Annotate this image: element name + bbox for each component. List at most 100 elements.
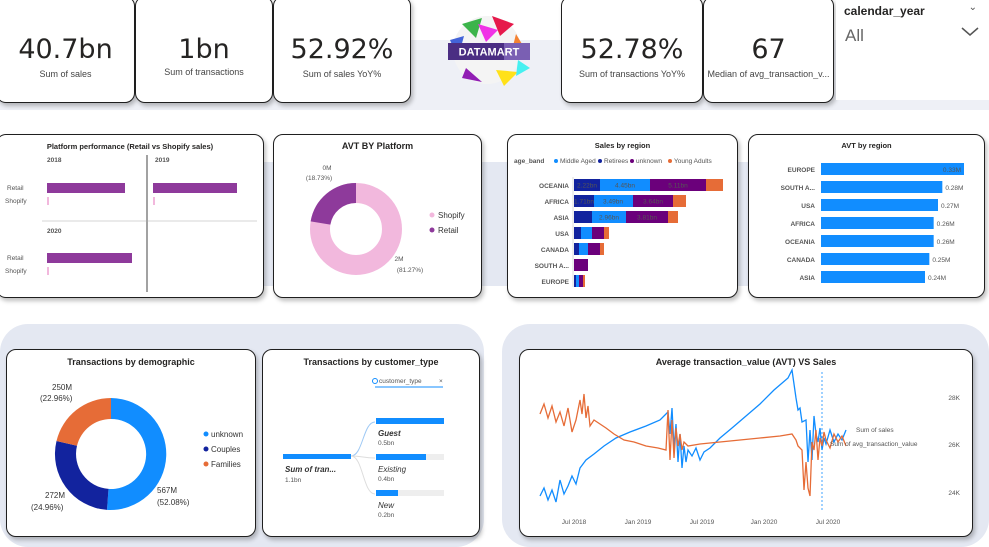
avt-platform-chart[interactable]: AVT BY Platform 0M (18.73%) 2M (81.27%) … bbox=[273, 134, 482, 298]
bar-shopify-2020[interactable] bbox=[47, 267, 49, 275]
node-bar-existing[interactable] bbox=[376, 454, 426, 460]
sales-region-chart[interactable]: Sales by region age_band Middle Aged Ret… bbox=[507, 134, 738, 298]
bar-label: 3.64bn bbox=[643, 199, 663, 206]
bar-value-label: 0.26M bbox=[937, 239, 955, 246]
avt-region-bars[interactable]: EUROPE 0.33M SOUTH A... 0.28M USA 0.27M AFRICA… bbox=[781, 163, 964, 283]
kpi-value: 40.7bn bbox=[18, 34, 113, 65]
bar-shopify-2018[interactable] bbox=[47, 197, 49, 205]
region-label: EUROPE bbox=[542, 279, 570, 286]
bar-value-label: 0.26M bbox=[937, 221, 955, 228]
kpi-value: 52.92% bbox=[290, 34, 394, 65]
region-label: AFRICA bbox=[790, 221, 815, 228]
region-label: OCEANIA bbox=[539, 183, 569, 190]
legend-young-adults: Young Adults bbox=[674, 158, 712, 165]
sales-line[interactable] bbox=[539, 367, 847, 503]
region-label: ASIA bbox=[553, 215, 569, 222]
donut-slice-retail[interactable] bbox=[310, 183, 357, 226]
row-label-retail: Retail bbox=[7, 255, 24, 262]
bar-label: 2.22bn bbox=[577, 183, 597, 190]
x-tick: Jul 2019 bbox=[690, 519, 715, 526]
bar-label: 1.71bn bbox=[574, 199, 594, 206]
region-label: SOUTH A... bbox=[781, 185, 816, 192]
kpi-label: Median of avg_transaction_v... bbox=[707, 69, 830, 79]
legend-shopify: Shopify bbox=[438, 211, 465, 220]
avt-region-bar[interactable] bbox=[821, 253, 930, 265]
label-pct: (52.08%) bbox=[157, 498, 190, 507]
platform-performance-chart[interactable]: Platform performance (Retail vs Shopify … bbox=[0, 134, 264, 298]
region-label: CANADA bbox=[787, 257, 815, 264]
bar-retail-2018[interactable] bbox=[47, 183, 125, 193]
avt-vs-sales-chart[interactable]: Average transaction_value (AVT) VS Sales… bbox=[519, 349, 973, 537]
avt-region-bar[interactable] bbox=[821, 181, 943, 193]
close-icon[interactable]: × bbox=[439, 378, 443, 385]
node-label: New bbox=[378, 501, 395, 510]
label-pct: (81.27%) bbox=[397, 267, 423, 274]
node-value: 0.2bn bbox=[378, 512, 395, 519]
datamart-logo: DATAMART bbox=[432, 10, 542, 95]
kpi-card-sales-yoy[interactable]: 52.92% Sum of sales YoY% bbox=[273, 0, 411, 103]
bar-value-label: 0.27M bbox=[941, 203, 959, 210]
kpi-card-median-avt[interactable]: 67 Median of avg_transaction_v... bbox=[703, 0, 834, 103]
label-value: 272M bbox=[45, 491, 65, 500]
root-bar[interactable] bbox=[283, 454, 351, 459]
avt-region-bar[interactable] bbox=[821, 217, 934, 229]
node-bar-new[interactable] bbox=[376, 490, 398, 496]
legend-retirees: Retirees bbox=[604, 158, 629, 165]
legend-title: age_band bbox=[514, 158, 544, 165]
region-label: EUROPE bbox=[788, 167, 816, 174]
node-bar-guest[interactable] bbox=[376, 418, 444, 424]
label-pct: (22.96%) bbox=[40, 394, 73, 403]
bar-label: 2.96bn bbox=[599, 215, 619, 222]
kpi-value: 52.78% bbox=[580, 34, 684, 65]
kpi-value: 1bn bbox=[178, 34, 230, 65]
x-tick: Jan 2019 bbox=[625, 519, 652, 526]
region-label: USA bbox=[801, 203, 815, 210]
chevron-down-icon[interactable]: ⌄ bbox=[969, 2, 977, 13]
slicer-dropdown[interactable]: All bbox=[842, 22, 984, 48]
dropdown-chevron-icon[interactable] bbox=[960, 24, 980, 43]
kpi-card-transactions[interactable]: 1bn Sum of transactions bbox=[135, 0, 273, 103]
avt-region-bar[interactable] bbox=[821, 235, 934, 247]
avt-region-chart[interactable]: AVT by region EUROPE 0.33M SOUTH A... 0.28M… bbox=[748, 134, 985, 298]
avt-region-bar[interactable] bbox=[821, 271, 925, 283]
customer-type-chart[interactable]: Transactions by customer_type customer_t… bbox=[262, 349, 480, 537]
bar-label: 3.49bn bbox=[603, 199, 623, 206]
kpi-card-transactions-yoy[interactable]: 52.78% Sum of transactions YoY% bbox=[561, 0, 703, 103]
year-slicer[interactable]: calendar_year ⌄ All bbox=[836, 0, 989, 100]
kpi-value: 67 bbox=[751, 34, 786, 65]
row-label-shopify: Shopify bbox=[5, 268, 27, 275]
demographic-chart[interactable]: Transactions by demographic 250M (22.96%… bbox=[6, 349, 256, 537]
year-label-2019: 2019 bbox=[155, 157, 170, 164]
slicer-title: calendar_year bbox=[844, 4, 925, 18]
node-label: Guest bbox=[378, 429, 401, 438]
label-value: 567M bbox=[157, 486, 177, 495]
region-label: ASIA bbox=[799, 275, 815, 282]
bar-retail-2020[interactable] bbox=[47, 253, 132, 263]
y-tick: 28K bbox=[948, 395, 960, 402]
legend-couples: Couples bbox=[211, 445, 240, 454]
legend-avt: Sum of avg_transaction_value bbox=[830, 441, 918, 448]
legend-sales: Sum of sales bbox=[856, 427, 894, 434]
region-label: SOUTH A... bbox=[535, 263, 570, 270]
year-label-2020: 2020 bbox=[47, 228, 62, 235]
label-value: 2M bbox=[394, 256, 403, 263]
avt-region-bar[interactable] bbox=[821, 199, 938, 211]
label-value: 250M bbox=[52, 383, 72, 392]
kpi-label: Sum of transactions bbox=[164, 67, 244, 77]
bar-value-label: 0.25M bbox=[932, 257, 950, 264]
node-value: 0.4bn bbox=[378, 476, 395, 483]
region-label: CANADA bbox=[541, 247, 569, 254]
kpi-label: Sum of transactions YoY% bbox=[578, 69, 686, 79]
kpi-card-sales[interactable]: 40.7bn Sum of sales bbox=[0, 0, 135, 103]
lightbulb-icon bbox=[372, 378, 378, 384]
x-tick: Jul 2020 bbox=[816, 519, 841, 526]
label-pct: (18.73%) bbox=[306, 175, 332, 182]
bar-value-label: 0.33M bbox=[943, 167, 961, 174]
bar-retail-2019[interactable] bbox=[153, 183, 237, 193]
legend-families: Families bbox=[211, 460, 241, 469]
legend-middle-aged: Middle Aged bbox=[560, 158, 596, 165]
slicer-value: All bbox=[845, 26, 864, 45]
bar-value-label: 0.24M bbox=[928, 275, 946, 282]
bar-shopify-2019[interactable] bbox=[153, 197, 155, 205]
donut-slice-families[interactable] bbox=[56, 398, 112, 446]
